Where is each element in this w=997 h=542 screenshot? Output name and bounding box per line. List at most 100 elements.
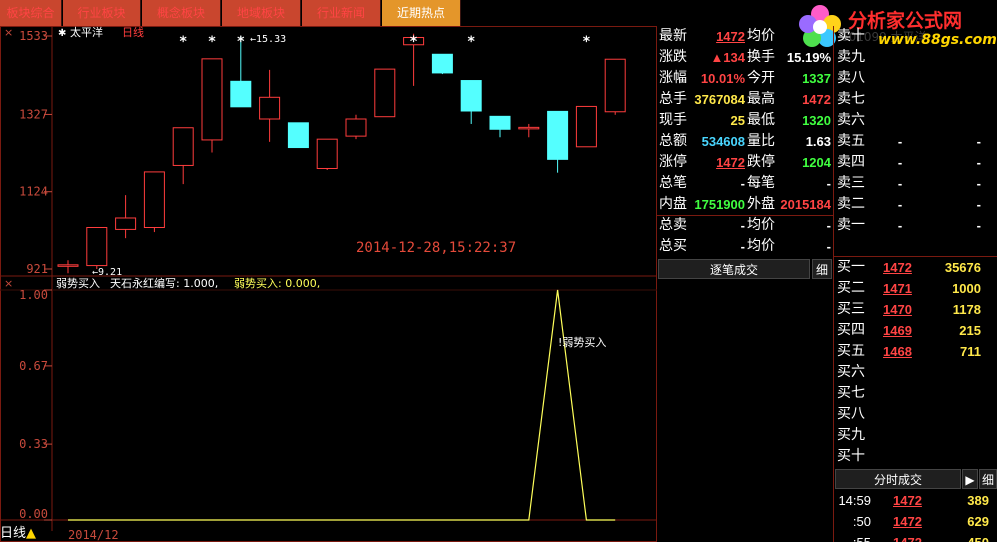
candle-body[interactable] xyxy=(143,171,165,229)
book-price: - xyxy=(897,134,903,149)
buy-level-row[interactable]: 买七 xyxy=(835,383,997,404)
candle-body[interactable] xyxy=(489,115,511,130)
candle-body[interactable] xyxy=(172,127,194,166)
price-axis: 1533 1327 1124 921 xyxy=(19,29,52,276)
quote-value: 15.19% xyxy=(786,50,831,65)
buy-level-row[interactable]: 买六 xyxy=(835,362,997,383)
quote-row: 总卖 - 均价 - xyxy=(657,215,833,236)
quote-value: 25 xyxy=(730,113,745,128)
candle-body[interactable] xyxy=(575,105,597,148)
book-volume: - xyxy=(976,134,981,149)
candle-body[interactable] xyxy=(604,58,626,113)
sell-level-row[interactable]: 卖四 - - xyxy=(835,152,997,173)
book-border xyxy=(833,26,834,542)
fenshi-detail-button[interactable]: 细 xyxy=(979,469,997,489)
sell-level-row[interactable]: 卖七 xyxy=(835,89,997,110)
candle-body[interactable] xyxy=(316,138,338,169)
candle-body[interactable] xyxy=(115,217,137,230)
book-level-label: 卖九 xyxy=(837,49,865,65)
buy-level-row[interactable]: 买四 1469 215 xyxy=(835,320,997,341)
close-marker-icon[interactable]: × xyxy=(4,26,13,39)
candle-body[interactable] xyxy=(230,80,252,108)
buy-level-row[interactable]: 买三 1470 1178 xyxy=(835,299,997,320)
signal-star: * xyxy=(468,34,476,50)
candle-body[interactable] xyxy=(57,264,79,267)
buy-level-row[interactable]: 买八 xyxy=(835,404,997,425)
candle-body[interactable] xyxy=(287,122,309,149)
quote-value: 2015184 xyxy=(780,197,831,212)
sell-level-row[interactable]: 卖十 xyxy=(835,26,997,47)
candle-body[interactable] xyxy=(201,58,223,141)
close-indicator-icon[interactable]: × xyxy=(4,277,13,290)
book-level-label: 买六 xyxy=(837,364,865,380)
tab-industry-news[interactable]: 行业新闻 xyxy=(302,0,381,26)
tick-volume: 629 xyxy=(967,514,989,529)
fenshi-trades-button[interactable]: 分时成交 xyxy=(835,469,961,489)
quote-value: - xyxy=(740,176,745,191)
quote-label: 外盘 xyxy=(747,196,775,212)
sell-level-row[interactable]: 卖九 xyxy=(835,47,997,68)
indicator-name[interactable]: 弱势买入 xyxy=(56,277,100,290)
book-price: 1469 xyxy=(883,323,912,338)
candle-body[interactable] xyxy=(518,126,540,130)
book-divider xyxy=(833,256,997,257)
sell-level-row[interactable]: 卖六 xyxy=(835,110,997,131)
indicator-tick-label: 0.00 xyxy=(19,507,48,521)
tick-price: 1472 xyxy=(893,493,922,508)
tab-sector-overview[interactable]: 板块综合 xyxy=(0,0,62,26)
quote-row: 涨跌 ▲134 换手 15.19% xyxy=(657,47,833,68)
stock-name: 太平洋 xyxy=(70,26,103,39)
period-label[interactable]: 日线 xyxy=(122,26,144,39)
tab-recent-hotspots[interactable]: 近期热点 xyxy=(382,0,461,26)
candle-body[interactable] xyxy=(547,110,569,160)
quote-value: 1.63 xyxy=(805,134,831,149)
sell-level-row[interactable]: 卖五 - - xyxy=(835,131,997,152)
book-level-label: 卖一 xyxy=(837,217,865,233)
sell-level-row[interactable]: 卖一 - - xyxy=(835,215,997,236)
tick-detail-button[interactable]: 细 xyxy=(812,259,832,279)
candle-body[interactable] xyxy=(460,80,482,112)
period-status[interactable]: 日线 xyxy=(0,526,26,541)
tab-concept-sector[interactable]: 概念板块 xyxy=(142,0,221,26)
buy-level-row[interactable]: 买十 xyxy=(835,446,997,467)
book-price: 1470 xyxy=(883,302,912,317)
tab-industry-sector[interactable]: 行业板块 xyxy=(63,0,141,26)
indicator-tick-label: 0.67 xyxy=(19,359,48,373)
quote-label: 总手 xyxy=(659,91,687,107)
sell-level-row[interactable]: 卖二 - - xyxy=(835,194,997,215)
candle-body[interactable] xyxy=(259,96,281,120)
book-level-label: 买四 xyxy=(837,322,865,338)
book-level-label: 卖二 xyxy=(837,196,865,212)
settings-star-icon[interactable]: ✱ xyxy=(58,28,66,39)
candle-body[interactable] xyxy=(86,227,108,267)
period-toggle-icon[interactable]: ▲ xyxy=(26,526,36,541)
buy-level-row[interactable]: 买九 xyxy=(835,425,997,446)
buy-level-row[interactable]: 买一 1472 35676 xyxy=(835,257,997,278)
candle-body[interactable] xyxy=(345,118,367,137)
quote-label: 量比 xyxy=(747,133,775,149)
quote-row: 现手 25 最低 1320 xyxy=(657,110,833,131)
fenshi-arrow-icon[interactable]: ▶ xyxy=(962,469,978,489)
quote-value: 1751900 xyxy=(694,197,745,212)
status-bar: 日线▲ xyxy=(0,526,140,542)
price-tick-label: 1124 xyxy=(19,185,48,199)
quote-row: 总额 534608 量比 1.63 xyxy=(657,131,833,152)
book-level-label: 买一 xyxy=(837,259,865,275)
tick-trades-button[interactable]: 逐笔成交 xyxy=(658,259,810,279)
quote-label: 涨幅 xyxy=(659,70,687,86)
quote-row: 总手 3767084 最高 1472 xyxy=(657,89,833,110)
candle-body[interactable] xyxy=(431,53,453,74)
buy-level-row[interactable]: 买二 1471 1000 xyxy=(835,278,997,299)
quote-label: 总笔 xyxy=(659,175,687,191)
candle-body[interactable] xyxy=(374,68,396,118)
quote-label: 总买 xyxy=(659,238,687,254)
chart-area[interactable]: × 太平洋 日线 ✱ 1533 1327 1124 921 * * * * * * ←15.33… xyxy=(0,26,657,542)
buy-level-row[interactable]: 买五 1468 711 xyxy=(835,341,997,362)
quote-value: - xyxy=(826,239,831,254)
quote-value: ▲134 xyxy=(710,50,745,65)
quote-value: - xyxy=(826,176,831,191)
sell-level-row[interactable]: 卖三 - - xyxy=(835,173,997,194)
sell-level-row[interactable]: 卖八 xyxy=(835,68,997,89)
tab-region-sector[interactable]: 地域板块 xyxy=(222,0,301,26)
signal-star: * xyxy=(583,34,591,50)
